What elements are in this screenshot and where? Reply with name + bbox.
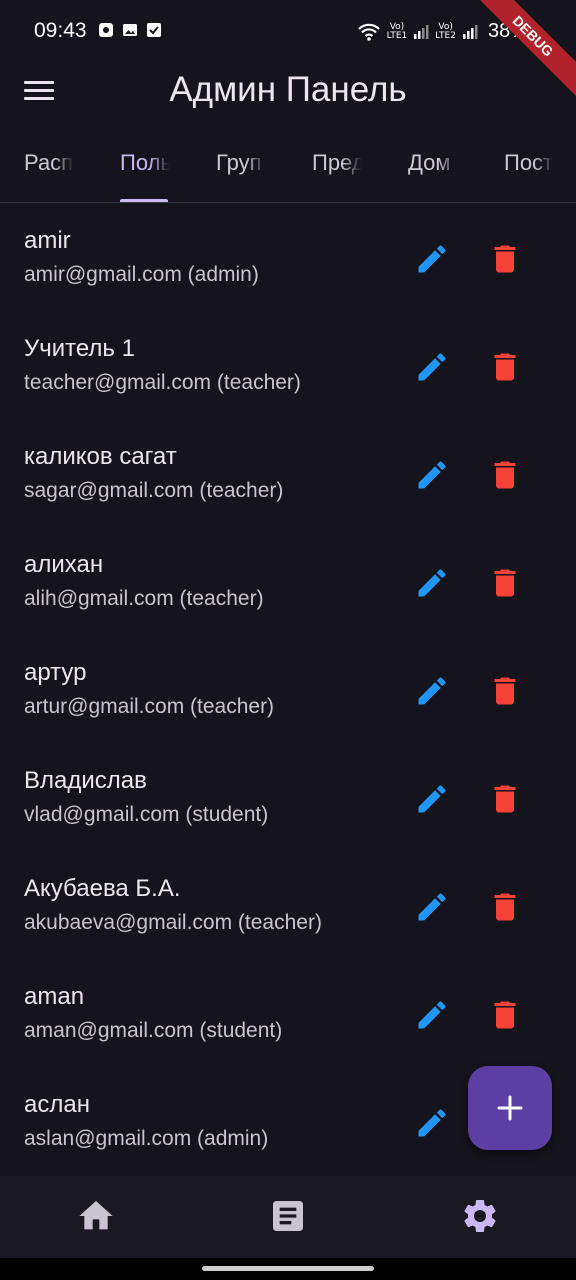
trash-icon[interactable]	[487, 349, 523, 385]
status-right: Vo) LTE1 Vo) LTE2 38%	[357, 20, 528, 43]
list-item[interactable]: артур artur@gmail.com (teacher)	[0, 635, 576, 743]
app-bar: Админ Панель	[0, 64, 576, 120]
gear-icon[interactable]	[460, 1196, 500, 1236]
image-icon	[123, 24, 137, 36]
pencil-icon[interactable]	[414, 781, 450, 817]
trash-icon[interactable]	[487, 241, 523, 277]
signal-icon	[462, 24, 478, 39]
trash-icon[interactable]	[487, 889, 523, 925]
trash-icon[interactable]	[487, 781, 523, 817]
pencil-icon[interactable]	[414, 1105, 450, 1141]
tab-bar: Расп Поль Груп Пред Дом Пост	[0, 136, 576, 203]
home-icon[interactable]	[76, 1196, 116, 1236]
pencil-icon[interactable]	[414, 241, 450, 277]
user-name: amir	[24, 227, 71, 254]
signal-icon	[414, 24, 429, 39]
user-email-role: artur@gmail.com (teacher)	[24, 695, 275, 718]
list-item[interactable]: алихан alih@gmail.com (teacher)	[0, 527, 576, 635]
tab-subjects[interactable]: Пред	[312, 150, 362, 176]
status-bar: 09:43 Vo) LTE1 Vo) LTE2 38% DEBUG	[0, 0, 576, 98]
wifi-icon	[357, 23, 380, 41]
plus-icon	[497, 1095, 523, 1121]
user-name: артур	[24, 659, 87, 686]
list-item[interactable]: каликов сагат sagar@gmail.com (teacher)	[0, 419, 576, 527]
tab-schedule[interactable]: Расп	[24, 150, 74, 176]
user-email-role: alih@gmail.com (teacher)	[24, 587, 264, 610]
trash-icon[interactable]	[487, 997, 523, 1033]
add-user-button[interactable]	[468, 1066, 552, 1150]
user-email-role: aman@gmail.com (student)	[24, 1019, 283, 1042]
sim1-label: Vo) LTE1	[386, 21, 408, 41]
list-item[interactable]: Акубаева Б.А. akubaeva@gmail.com (teache…	[0, 851, 576, 959]
trash-icon[interactable]	[487, 565, 523, 601]
pencil-icon[interactable]	[414, 457, 450, 493]
pencil-icon[interactable]	[414, 565, 450, 601]
app-notification-icon	[99, 23, 113, 37]
user-name: Учитель 1	[24, 335, 135, 362]
sim2-label: Vo) LTE2	[435, 21, 456, 41]
article-icon[interactable]	[268, 1196, 308, 1236]
user-name: Акубаева Б.А.	[24, 875, 181, 902]
tab-indicator	[120, 199, 168, 202]
list-item[interactable]: Учитель 1 teacher@gmail.com (teacher)	[0, 311, 576, 419]
user-email-role: aslan@gmail.com (admin)	[24, 1127, 269, 1150]
notification-icons	[98, 22, 162, 38]
user-email-role: vlad@gmail.com (student)	[24, 803, 269, 826]
gesture-area	[0, 1258, 576, 1280]
user-name: aman	[24, 983, 85, 1010]
user-list: amir amir@gmail.com (admin) Учитель 1 te…	[0, 203, 576, 1175]
tab-homework[interactable]: Дом	[408, 150, 458, 176]
list-item[interactable]: amir amir@gmail.com (admin)	[0, 203, 576, 311]
list-item[interactable]: Владислав vlad@gmail.com (student)	[0, 743, 576, 851]
pencil-icon[interactable]	[414, 997, 450, 1033]
gesture-handle[interactable]	[202, 1266, 374, 1271]
trash-icon[interactable]	[487, 673, 523, 709]
user-name: аслан	[24, 1091, 90, 1118]
user-email-role: teacher@gmail.com (teacher)	[24, 371, 301, 394]
tab-users[interactable]: Поль	[120, 150, 170, 176]
trash-icon[interactable]	[487, 457, 523, 493]
tab-posts[interactable]: Пост	[504, 150, 554, 176]
user-email-role: amir@gmail.com (admin)	[24, 263, 259, 286]
user-name: Владислав	[24, 767, 147, 794]
page-title: Админ Панель	[169, 70, 407, 109]
user-email-role: akubaeva@gmail.com (teacher)	[24, 911, 322, 934]
checkbox-icon	[147, 23, 161, 37]
status-time: 09:43	[34, 19, 87, 42]
user-name: алихан	[24, 551, 104, 578]
pencil-icon[interactable]	[414, 673, 450, 709]
tab-groups[interactable]: Груп	[216, 150, 266, 176]
pencil-icon[interactable]	[414, 889, 450, 925]
user-email-role: sagar@gmail.com (teacher)	[24, 479, 284, 502]
bottom-navigation	[0, 1176, 576, 1258]
list-item[interactable]: aman aman@gmail.com (student)	[0, 959, 576, 1067]
user-name: каликов сагат	[24, 443, 177, 470]
pencil-icon[interactable]	[414, 349, 450, 385]
